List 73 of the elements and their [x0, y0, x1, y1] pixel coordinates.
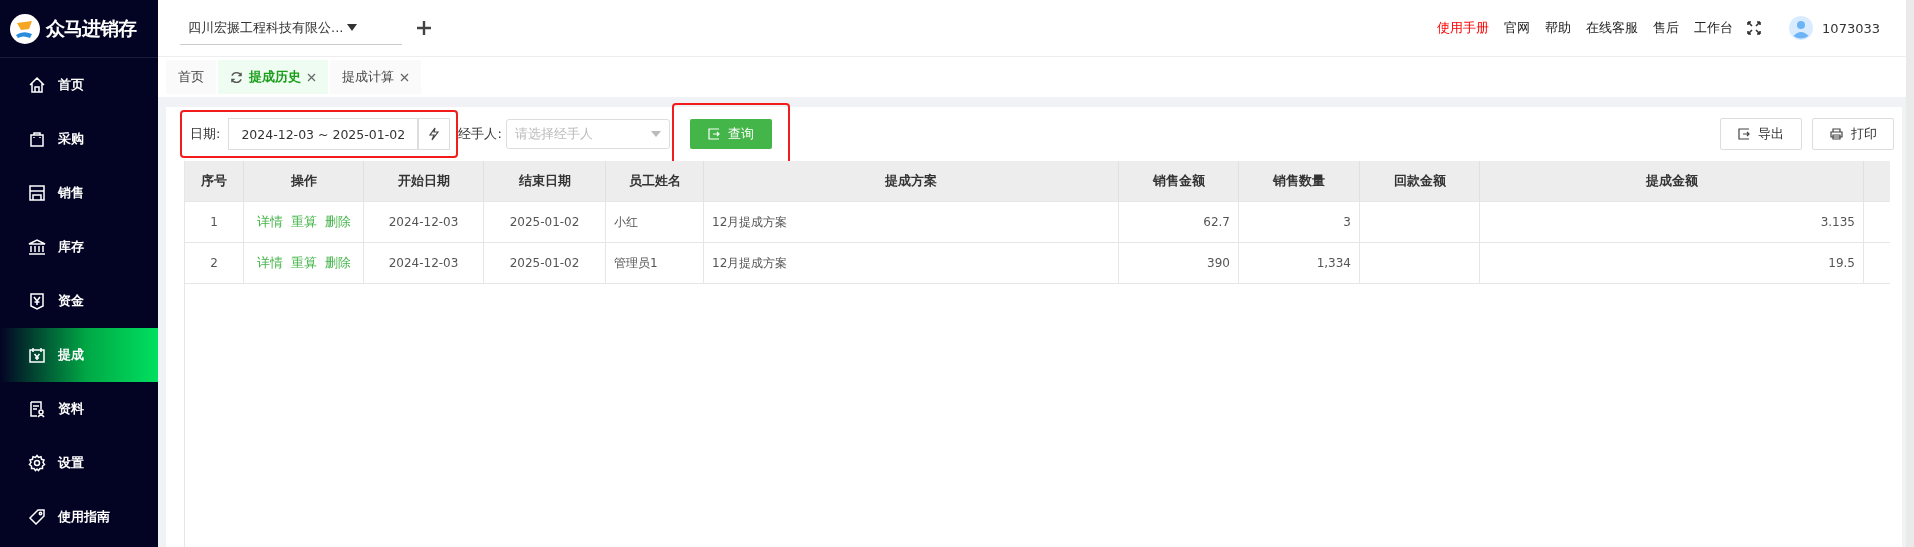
export-icon — [707, 128, 720, 140]
fullscreen-icon[interactable] — [1747, 21, 1762, 35]
toolbar-button[interactable]: 导出 — [1720, 118, 1802, 150]
close-icon[interactable] — [400, 72, 409, 82]
column-header: 提成方案 — [704, 161, 1119, 201]
bank-icon — [28, 238, 46, 256]
plus-icon[interactable] — [416, 20, 432, 36]
gear-icon — [28, 454, 46, 472]
tag-icon — [28, 508, 46, 526]
money-icon — [28, 292, 46, 310]
sidebar-item[interactable]: 销售 — [0, 166, 158, 220]
bag-icon — [28, 130, 46, 148]
column-header: 销售数量 — [1239, 161, 1360, 201]
table-cell: 3 — [1239, 202, 1360, 242]
close-icon[interactable] — [307, 72, 316, 82]
table-cell: 小红 — [606, 202, 704, 242]
app-name: 众马进销存 — [46, 15, 136, 41]
quick-date-button[interactable] — [418, 118, 451, 150]
sidebar-item[interactable]: 使用指南 — [0, 490, 158, 544]
header-link[interactable]: 帮助 — [1545, 19, 1572, 37]
table-cell: 2024-12-03 — [364, 243, 484, 283]
caret-icon — [650, 131, 661, 137]
header-link[interactable]: 售后 — [1653, 19, 1680, 37]
column-header: 销售金额 — [1119, 161, 1239, 201]
column-header: 回款金额 — [1360, 161, 1480, 201]
table-cell: 管理员1 — [606, 243, 704, 283]
handler-label: 经手人: — [458, 125, 502, 143]
calendar-icon — [28, 346, 46, 364]
column-header: 员工姓名 — [606, 161, 704, 201]
table-cell: 62.7 — [1119, 202, 1239, 242]
table-cell: 390 — [1119, 243, 1239, 283]
date-range-field[interactable]: 2024-12-03 ~ 2025-01-02 — [228, 118, 419, 150]
table-cell: 12月提成方案 — [704, 202, 1119, 242]
header-link[interactable]: 在线客服 — [1586, 19, 1639, 37]
tab[interactable]: 首页 — [166, 60, 216, 94]
sidebar-item[interactable]: 设置 — [0, 436, 158, 490]
home-icon — [28, 76, 46, 94]
user-id[interactable]: 1073033 — [1822, 20, 1880, 36]
doc-icon — [28, 400, 46, 418]
header-link[interactable]: 官网 — [1504, 19, 1531, 37]
table-cell: 2025-01-02 — [484, 243, 606, 283]
header-link[interactable]: 使用手册 — [1437, 19, 1490, 37]
table-cell: 2024-12-03 — [364, 202, 484, 242]
date-label: 日期: — [190, 125, 221, 143]
logo-icon — [10, 13, 40, 44]
column-header: 结束日期 — [484, 161, 606, 201]
column-header: 提成金额 — [1480, 161, 1864, 201]
table-cell: 19.5 — [1480, 243, 1864, 283]
sidebar-item[interactable]: 资金 — [0, 274, 158, 328]
column-header: 操作 — [244, 161, 364, 201]
table-cell: 1,334 — [1239, 243, 1360, 283]
table-cell: 12月提成方案 — [704, 243, 1119, 283]
sidebar-item[interactable]: 库存 — [0, 220, 158, 274]
table-cell: 1 — [185, 202, 244, 242]
sidebar-item[interactable]: 资料 — [0, 382, 158, 436]
store-icon — [28, 184, 46, 202]
table-cell: 3.135 — [1480, 202, 1864, 242]
tab[interactable]: 提成计算 — [330, 60, 421, 94]
refresh-icon[interactable] — [230, 70, 243, 84]
header-link[interactable]: 工作台 — [1694, 19, 1734, 37]
table-cell: 2 — [185, 243, 244, 283]
printer-icon — [1829, 128, 1843, 140]
toolbar-button[interactable]: 打印 — [1812, 118, 1894, 150]
sidebar-item[interactable]: 首页 — [0, 58, 158, 112]
column-header: 开始日期 — [364, 161, 484, 201]
sidebar-item[interactable]: 提成 — [0, 328, 158, 382]
table-cell: 2025-01-02 — [484, 202, 606, 242]
company-select[interactable]: 四川宏搌工程科技有限公... — [180, 11, 402, 45]
lightning-icon — [428, 127, 441, 141]
sidebar-item[interactable]: 采购 — [0, 112, 158, 166]
export-icon — [1738, 128, 1750, 140]
caret-icon — [347, 24, 358, 31]
column-header: 序号 — [185, 161, 244, 201]
